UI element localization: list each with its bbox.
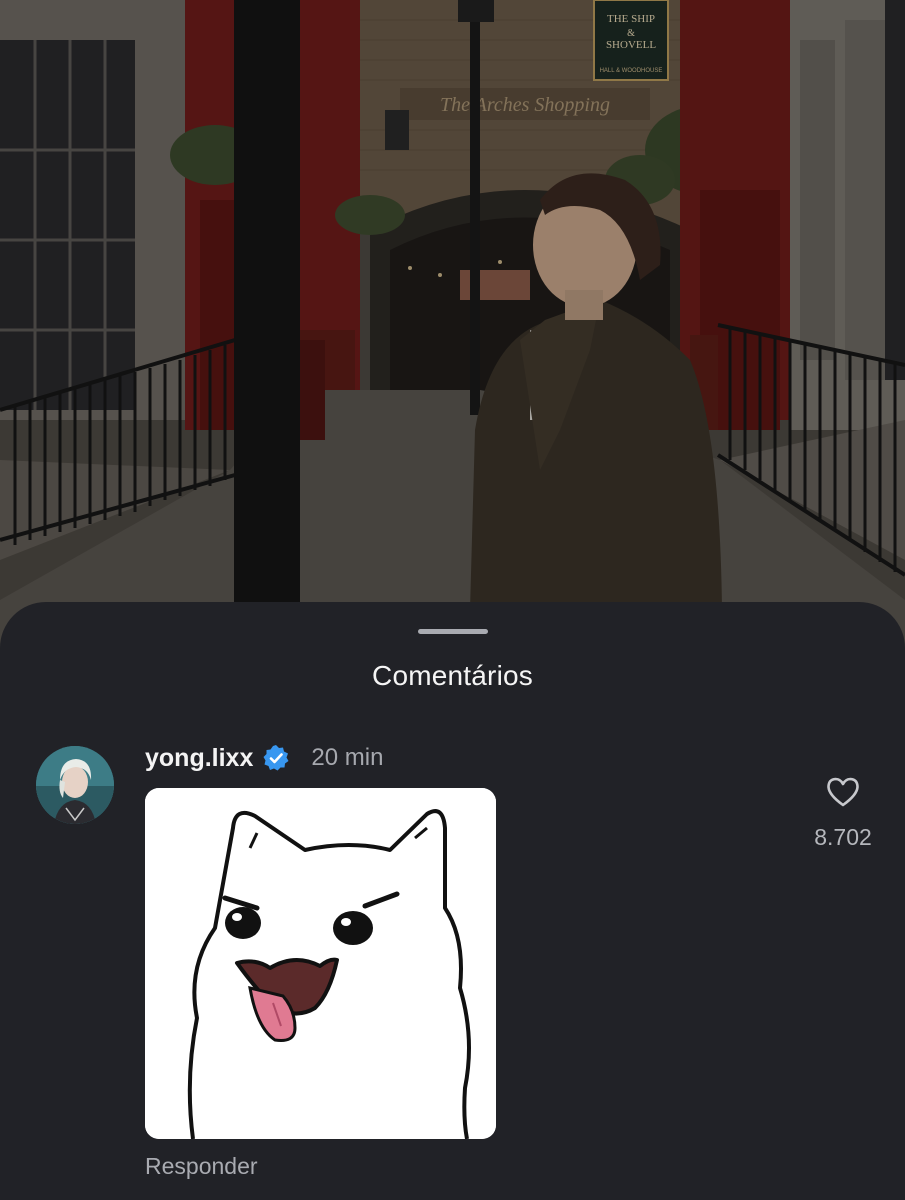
sheet-title: Comentários — [372, 660, 533, 691]
avatar[interactable] — [36, 746, 114, 824]
comment-timestamp: 20 min — [311, 744, 384, 771]
reply-button[interactable]: Responder — [145, 1153, 258, 1180]
verified-badge-icon — [262, 744, 290, 772]
like-button[interactable] — [821, 774, 865, 814]
comment-header: yong.lixx 20 min — [145, 740, 383, 776]
comments-sheet: Comentários yong.lixx 20 min Responder 8… — [0, 602, 905, 1200]
comment-item: yong.lixx 20 min Responder 8.702 — [0, 740, 905, 1200]
heart-outline-icon — [825, 776, 861, 813]
sheet-drag-handle[interactable] — [418, 629, 488, 634]
post-photo: The Arches Shopping THE SHIP & SHOVELL H… — [0, 0, 905, 660]
username[interactable]: yong.lixx — [145, 744, 253, 773]
cat-sticker-image[interactable] — [145, 788, 496, 1139]
like-count: 8.702 — [814, 824, 872, 850]
